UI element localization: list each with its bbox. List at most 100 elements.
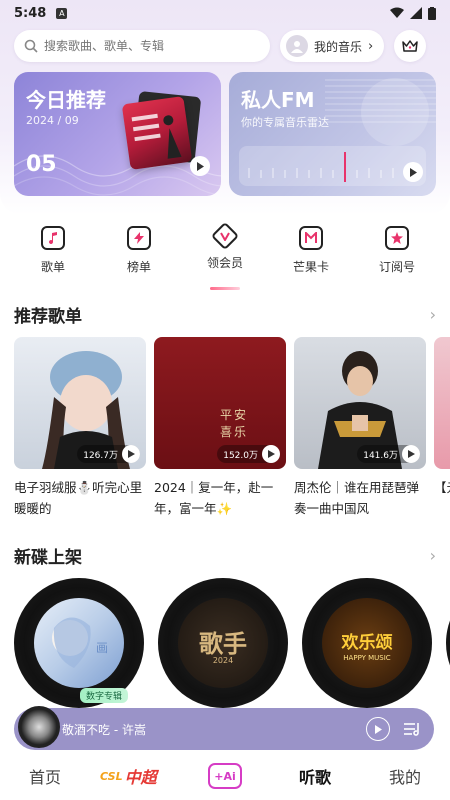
fm-play-button[interactable] (403, 162, 423, 182)
playlist-card[interactable]: 126.7万 电子羽绒服⛄听完心里暖暖的 (14, 337, 146, 519)
play-icon (375, 724, 382, 734)
user-icon (291, 41, 303, 53)
csl-logo-text: CSL (100, 769, 123, 783)
vip-crown-button[interactable] (394, 30, 426, 62)
category-label: 歌单 (40, 260, 65, 274)
category-charts[interactable]: 榜单 (104, 226, 174, 282)
chevron-right-icon[interactable]: › (430, 546, 436, 565)
category-playlist[interactable]: 歌单 (18, 226, 88, 282)
recommended-title: 推荐歌单 (14, 306, 82, 327)
mango-card-icon (299, 226, 323, 250)
nav-csl[interactable]: CSL 中超 (100, 764, 170, 788)
notification-icon: A (56, 7, 68, 19)
album-cover: 欢乐颂 HAPPY MUSIC (322, 598, 412, 688)
queue-icon (404, 723, 419, 736)
category-subscription[interactable]: 订阅号 (362, 226, 432, 282)
fm-dial (239, 146, 426, 186)
my-music-button[interactable]: 我的音乐 › (280, 30, 384, 62)
playlist-cover: 126.7万 (14, 337, 146, 469)
hero-cards: 今日推荐 2024 / 09 05 私人FM 你的专属音乐雷达 (14, 72, 436, 196)
play-icon (407, 450, 415, 458)
category-mango-card[interactable]: 芒果卡 (276, 226, 346, 282)
album-cover: 歌手 2024 (178, 598, 268, 688)
playlist-name: 电子羽绒服⛄听完心里暖暖的 (14, 480, 143, 516)
private-fm-card[interactable]: 私人FM 你的专属音乐雷达 (229, 72, 436, 196)
search-bar[interactable] (14, 30, 270, 62)
play-button[interactable] (262, 445, 280, 463)
now-playing-title: 敬酒不吃 - 许嵩 (62, 722, 146, 737)
music-note-icon (41, 226, 65, 250)
status-time: 5:48 (14, 5, 47, 21)
my-music-label: 我的音乐 (314, 39, 363, 54)
playlist-name: 周杰伦｜谁在用琵琶弹奏一曲中国风 (294, 480, 420, 516)
daily-cover (121, 90, 202, 170)
play-icon (267, 450, 275, 458)
new-albums-header: 新碟上架 › (14, 543, 436, 568)
nav-home[interactable]: 首页 (10, 764, 80, 788)
playlist-card[interactable]: 【元魂继 (434, 337, 450, 519)
chevron-right-icon: › (368, 38, 374, 54)
daily-day: 05 (26, 152, 57, 177)
search-row: 我的音乐 › (14, 30, 436, 62)
signal-icon (410, 7, 422, 19)
daily-title: 今日推荐 (26, 88, 106, 112)
daily-recommend-card[interactable]: 今日推荐 2024 / 09 05 (14, 72, 221, 196)
album-cover-sub: 2024 (212, 656, 234, 665)
ai-icon: +Ai (208, 763, 242, 789)
search-input[interactable] (44, 39, 244, 53)
nav-mine[interactable]: 我的 (370, 764, 440, 788)
play-button[interactable] (402, 445, 420, 463)
category-indicator (210, 287, 240, 290)
play-icon (127, 450, 135, 458)
daily-play-button[interactable] (190, 156, 210, 176)
recommended-header: 推荐歌单 › (14, 302, 436, 327)
search-icon (24, 39, 38, 53)
playlist-card[interactable]: 141.6万 周杰伦｜谁在用琵琶弹奏一曲中国风 (294, 337, 426, 519)
playlist-cover: 141.6万 (294, 337, 426, 469)
mini-player[interactable]: 敬酒不吃 - 许嵩 (14, 706, 434, 750)
category-label: 芒果卡 (292, 260, 329, 274)
album-cover-text: 歌手 (199, 629, 247, 658)
playlist-queue-button[interactable] (402, 718, 424, 740)
recommended-list: 126.7万 电子羽绒服⛄听完心里暖暖的 平安喜乐 152.0万 2024｜复一… (14, 337, 450, 519)
play-button[interactable] (122, 445, 140, 463)
category-row: 歌单 榜单 领会员 芒果卡 订阅号 (0, 221, 450, 282)
wifi-icon (390, 7, 404, 18)
album-disc[interactable]: 歌手 2024 (158, 578, 288, 708)
category-vip[interactable]: 领会员 (190, 221, 260, 282)
nav-ai[interactable]: +Ai (190, 763, 260, 789)
chevron-right-icon[interactable]: › (430, 305, 436, 324)
play-count-value: 152.0万 (223, 450, 258, 461)
play-count-value: 141.6万 (363, 450, 398, 461)
playlist-name: 【元魂继 (434, 480, 450, 495)
playlist-card[interactable]: 平安喜乐 152.0万 2024｜复一年，赴一年，富一年✨ (154, 337, 286, 519)
cover-front (121, 96, 193, 170)
play-count: 126.7万 (77, 445, 140, 463)
category-label: 订阅号 (378, 260, 415, 274)
album-cover-sub: HAPPY MUSIC (343, 654, 391, 662)
play-icon (410, 167, 417, 177)
daily-month: 2024 / 09 (26, 114, 79, 127)
play-count: 152.0万 (217, 445, 280, 463)
status-icons (390, 6, 436, 20)
digital-album-badge: 数字专辑 (80, 688, 129, 703)
lightning-icon (127, 226, 151, 250)
album-disc[interactable]: 画 数字专辑 (14, 578, 144, 708)
new-albums-title: 新碟上架 (14, 547, 82, 568)
crown-icon (402, 40, 418, 52)
star-icon (385, 226, 409, 250)
status-bar: 5:48 A (0, 0, 450, 26)
album-disc[interactable]: 欢乐颂 HAPPY MUSIC (302, 578, 432, 708)
playlist-name: 2024｜复一年，赴一年，富一年✨ (154, 480, 274, 516)
nav-listen[interactable]: 听歌 (280, 764, 350, 788)
fm-subtitle: 你的专属音乐雷达 (241, 116, 329, 129)
mini-play-button[interactable] (366, 717, 390, 741)
new-albums-list: 画 数字专辑 歌手 2024 欢乐颂 HAPPY MUSIC (14, 578, 450, 708)
csl-label: 中超 (124, 768, 157, 787)
cover-text: 平安喜乐 (220, 408, 249, 439)
mini-player-disc[interactable] (18, 706, 60, 748)
category-label: 领会员 (206, 256, 243, 270)
album-disc[interactable] (446, 578, 450, 708)
battery-icon (428, 6, 436, 20)
playlist-cover (434, 337, 450, 469)
